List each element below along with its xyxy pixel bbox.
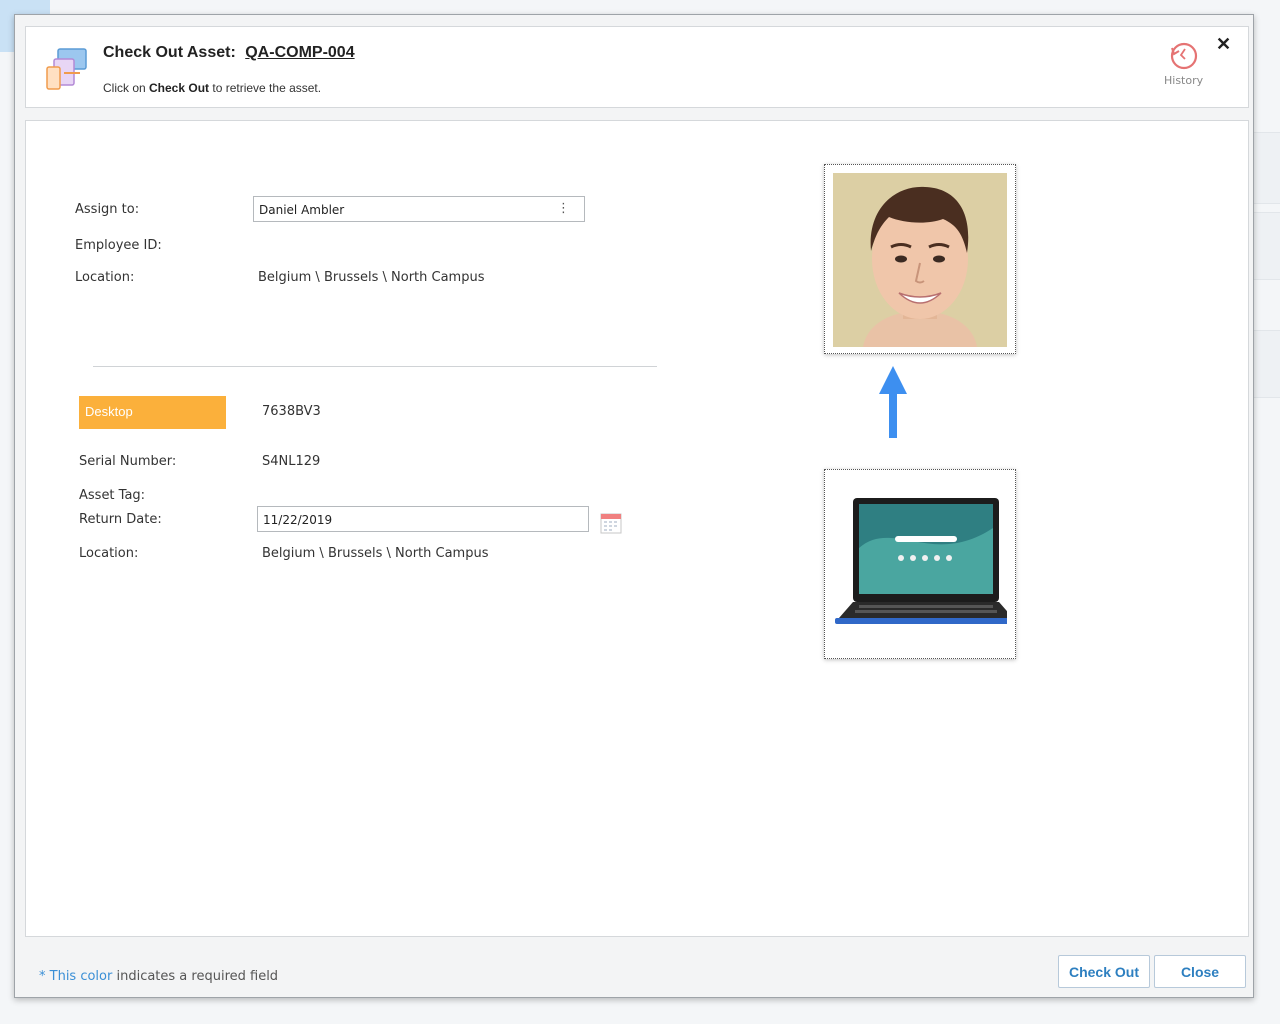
return-date-value: 11/22/2019 — [263, 513, 333, 527]
assignee-location-value: Belgium \ Brussels \ North Campus — [258, 270, 485, 285]
return-date-field[interactable]: 11/22/2019 — [257, 506, 589, 532]
serial-number-label: Serial Number: — [79, 454, 177, 469]
dialog-header: Check Out Asset: QA-COMP-004 Click on Ch… — [25, 26, 1249, 108]
instruction-suffix: to retrieve the asset. — [209, 81, 322, 95]
close-icon[interactable]: ✕ — [1216, 34, 1231, 55]
asset-code-link[interactable]: QA-COMP-004 — [245, 44, 354, 61]
instruction-bold: Check Out — [149, 81, 210, 95]
close-button[interactable]: Close — [1154, 955, 1246, 988]
required-text: indicates a required field — [112, 969, 279, 984]
calendar-icon[interactable] — [600, 512, 622, 534]
return-date-label: Return Date: — [79, 512, 162, 527]
asset-location-value: Belgium \ Brussels \ North Campus — [262, 546, 489, 561]
serial-number-value: S4NL129 — [262, 454, 321, 469]
laptop-image — [833, 478, 1007, 652]
employee-id-label: Employee ID: — [75, 238, 162, 253]
assign-to-value: Daniel Ambler — [259, 203, 345, 217]
asset-photo-card — [824, 469, 1016, 659]
person-avatar — [833, 173, 1007, 347]
dialog-content: Assign to: Daniel Ambler ⋮ Employee ID: … — [25, 120, 1249, 937]
assign-to-label: Assign to: — [75, 202, 140, 217]
title-prefix: Check Out Asset: — [103, 44, 236, 61]
background-panel — [1251, 330, 1280, 398]
checkout-dialog: Check Out Asset: QA-COMP-004 Click on Ch… — [14, 14, 1254, 998]
history-label: History — [1164, 74, 1204, 87]
dialog-title: Check Out Asset: QA-COMP-004 — [103, 44, 355, 62]
background-panel — [1251, 212, 1280, 280]
background-panel — [1251, 132, 1280, 204]
required-field-note: * This color indicates a required field — [39, 969, 278, 984]
assignee-location-label: Location: — [75, 270, 135, 285]
required-marker: * This color — [39, 969, 113, 984]
devices-icon — [46, 48, 87, 90]
assign-to-field[interactable]: Daniel Ambler ⋮ — [253, 196, 585, 222]
dialog-instruction: Click on Check Out to retrieve the asset… — [103, 81, 321, 95]
more-vertical-icon[interactable]: ⋮ — [557, 201, 570, 216]
asset-tag-label: Asset Tag: — [79, 488, 146, 503]
assignee-photo-card — [824, 164, 1016, 354]
history-clock-icon — [1170, 42, 1198, 70]
instruction-prefix: Click on — [103, 81, 150, 95]
asset-type-badge: Desktop — [79, 396, 226, 429]
history-button[interactable]: History — [1164, 40, 1204, 87]
asset-location-label: Location: — [79, 546, 139, 561]
section-divider — [93, 366, 657, 367]
asset-type-value: 7638BV3 — [262, 404, 321, 419]
check-out-button[interactable]: Check Out — [1058, 955, 1150, 988]
arrow-up-icon — [879, 366, 907, 438]
